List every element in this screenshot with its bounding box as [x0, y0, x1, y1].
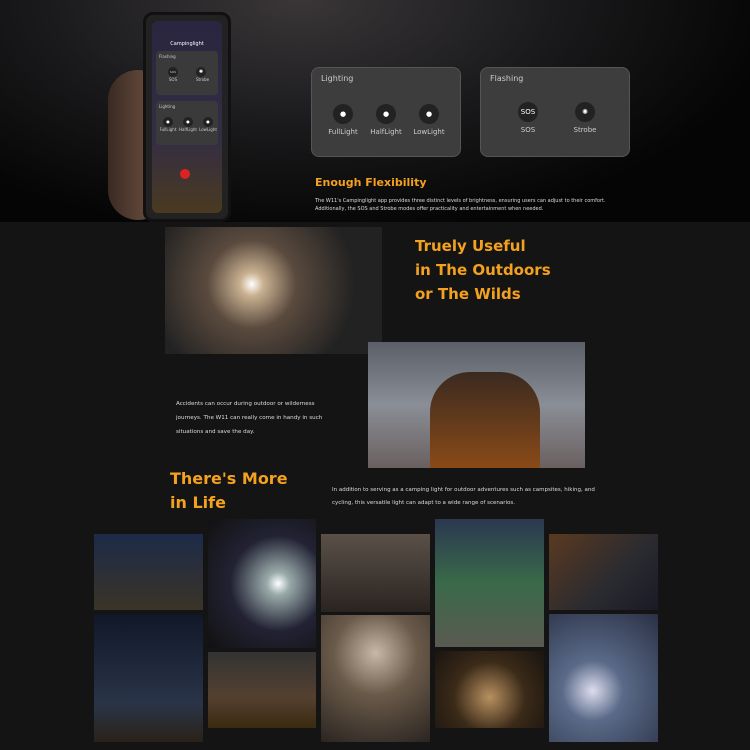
- sos-icon[interactable]: SOS: [168, 67, 178, 77]
- photo-cave-silhouette: [321, 615, 430, 742]
- phone-image: Campinglight Flashing SOS SOS ✺ Strobe Lig…: [143, 12, 231, 222]
- phone-lighting-card: Lighting ● FullLight ● HalfLight ● LowLight: [156, 101, 218, 145]
- bulb-icon: ●: [333, 104, 353, 124]
- phone-strobe-label: Strobe: [196, 77, 210, 82]
- phone-full-label: FullLight: [159, 127, 177, 132]
- useful-line: Truely Useful: [415, 237, 526, 255]
- phone-flashing-label: Flashing: [159, 54, 176, 59]
- lighting-card-title: Lighting: [321, 74, 354, 83]
- bulb-icon[interactable]: ●: [203, 117, 213, 127]
- bulb-icon[interactable]: ●: [163, 117, 173, 127]
- strobe-option[interactable]: ✺ Strobe: [562, 102, 608, 134]
- lighting-card: Lighting ● FullLight ● HalfLight ● LowLight: [311, 67, 461, 157]
- useful-heading: Truely Useful in The Outdoors or The Wil…: [415, 234, 551, 306]
- bulb-icon: ●: [376, 104, 396, 124]
- lowlight-option[interactable]: ● LowLight: [406, 104, 452, 136]
- power-button-icon[interactable]: [180, 169, 190, 179]
- phone-title: Campinglight: [170, 41, 204, 47]
- more-body: In addition to serving as a camping ligh…: [332, 487, 595, 507]
- bulb-icon: ●: [419, 104, 439, 124]
- photo-forest-night: [435, 519, 544, 647]
- flashing-card-title: Flashing: [490, 74, 524, 83]
- sos-option[interactable]: SOS SOS: [505, 102, 551, 134]
- more-line: There's More: [170, 469, 288, 488]
- photo-tunnel: [435, 651, 544, 728]
- flashing-card: Flashing SOS SOS ✺ Strobe: [480, 67, 630, 157]
- phone-flashing-card: Flashing SOS SOS ✺ Strobe: [156, 51, 218, 95]
- halflight-option[interactable]: ● HalfLight: [363, 104, 409, 136]
- useful-body: Accidents can occur during outdoor or wi…: [176, 401, 323, 435]
- sos-icon: SOS: [518, 102, 538, 122]
- option-label: SOS: [520, 126, 536, 134]
- photo-car-flashlight: [165, 227, 382, 354]
- option-label: LowLight: [413, 128, 445, 136]
- phone-lighting-label: Lighting: [159, 104, 176, 109]
- option-label: FullLight: [328, 128, 358, 136]
- useful-line: in The Outdoors: [415, 261, 551, 279]
- useful-line: or The Wilds: [415, 285, 521, 303]
- bulb-icon[interactable]: ●: [183, 117, 193, 127]
- strobe-icon[interactable]: ✺: [196, 67, 206, 77]
- photo-camping-stars: [94, 614, 203, 742]
- photo-pipe-repair: [549, 614, 658, 742]
- phone-half-label: HalfLight: [179, 127, 197, 132]
- phone-low-label: LowLight: [199, 127, 217, 132]
- option-label: Strobe: [573, 126, 597, 134]
- option-label: HalfLight: [370, 128, 402, 136]
- photo-cycling: [94, 534, 203, 610]
- flex-heading: Enough Flexibility: [315, 176, 427, 189]
- photo-manhole: [549, 534, 658, 610]
- photo-car-light: [208, 519, 316, 648]
- more-line: in Life: [170, 493, 226, 512]
- phone-sos-label: SOS: [168, 77, 178, 82]
- strobe-icon: ✺: [575, 102, 595, 122]
- flex-body: The W11's Campinglight app provides thre…: [315, 198, 606, 212]
- fulllight-option[interactable]: ● FullLight: [320, 104, 366, 136]
- photo-night-rock: [208, 652, 316, 728]
- photo-mountain-man: [368, 342, 585, 468]
- more-heading: There's More in Life: [170, 467, 288, 515]
- photo-cave-people: [321, 534, 430, 612]
